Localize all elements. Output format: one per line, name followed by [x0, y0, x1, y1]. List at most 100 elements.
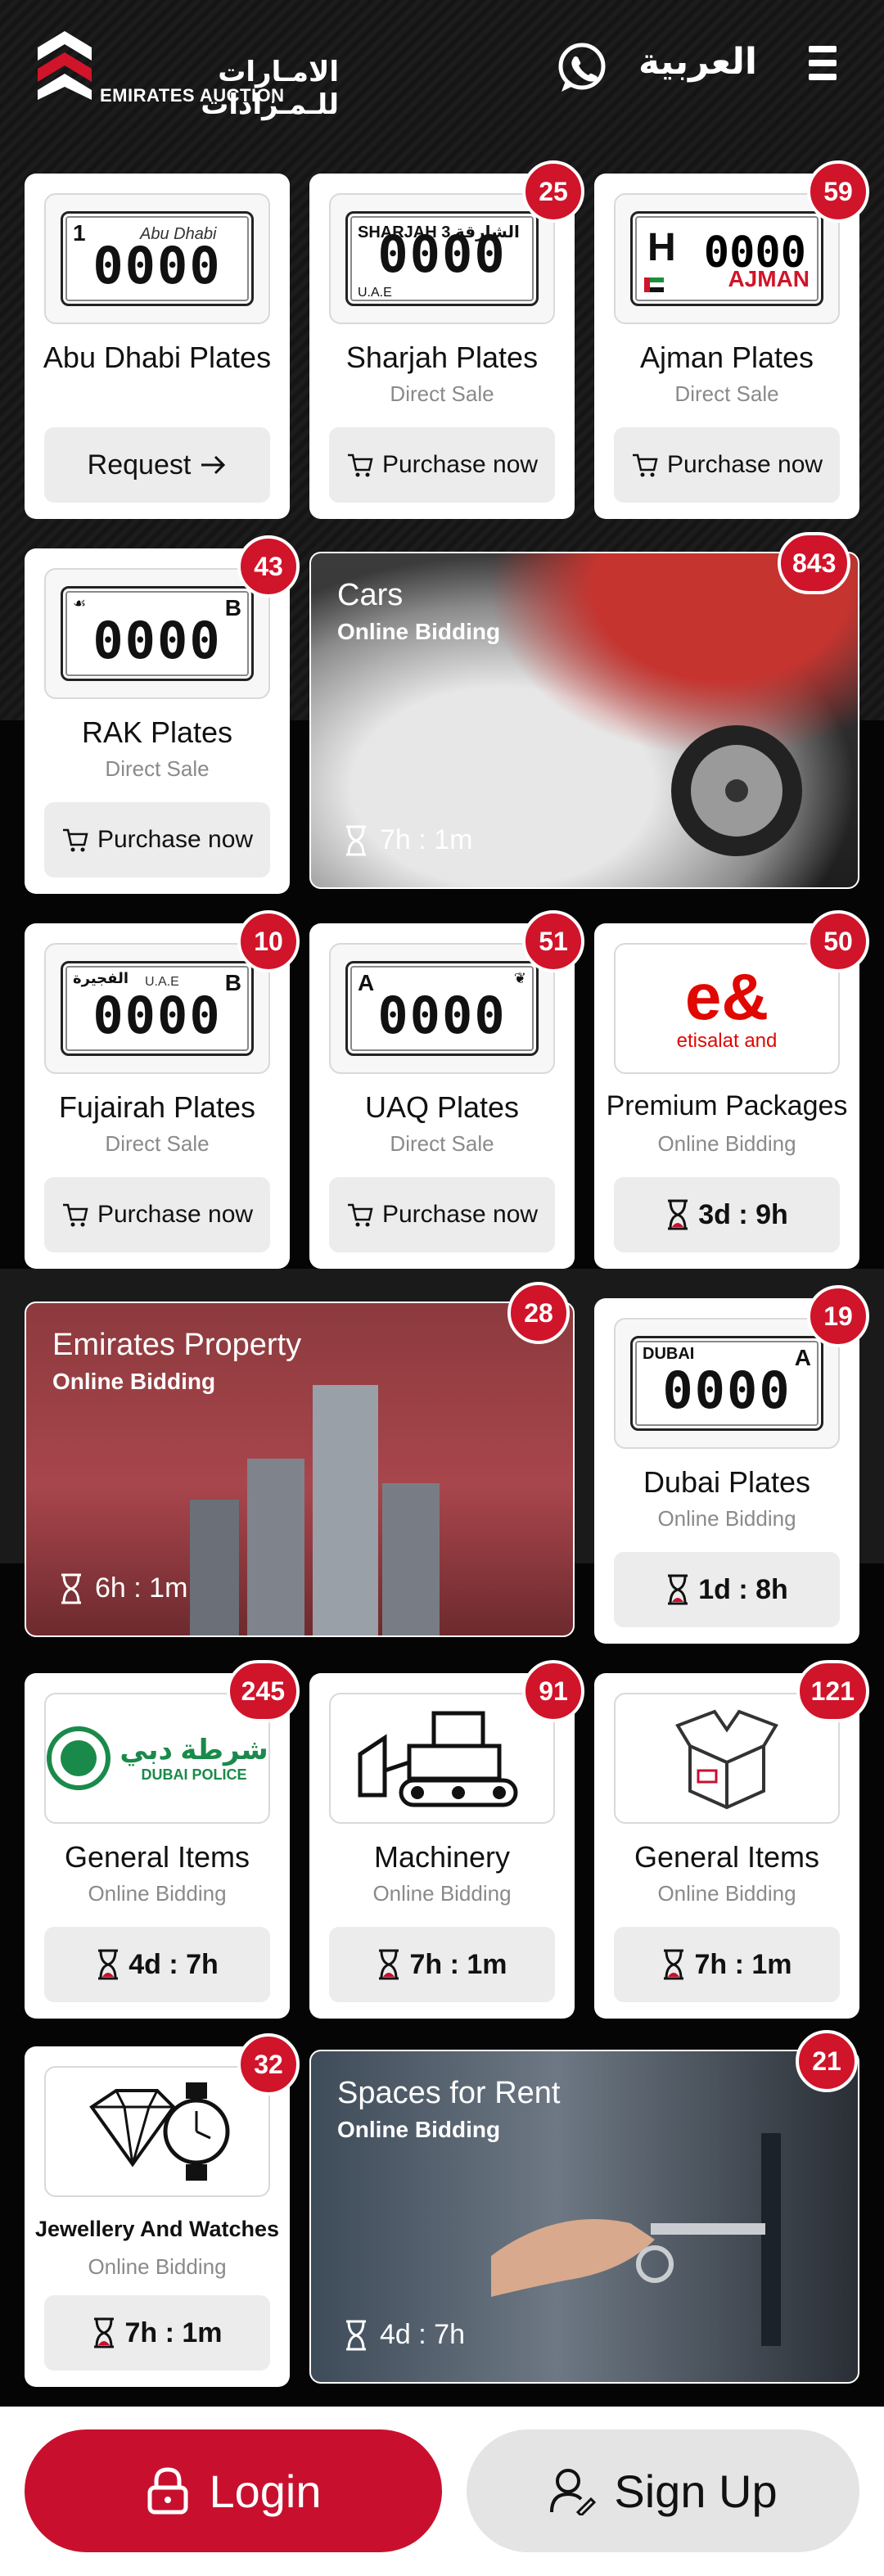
skyline-graphic: [190, 1385, 440, 1635]
purchase-now-button[interactable]: Purchase now: [44, 1177, 270, 1252]
plate-number: 0000: [92, 236, 222, 295]
timer-text: 7h : 1m: [380, 824, 473, 855]
card-subtitle: Online Bidding: [52, 1369, 216, 1394]
plate-number: 0000: [662, 1360, 792, 1420]
countdown-timer: 1d : 8h: [614, 1552, 840, 1627]
plate-emblem: الفجيرة: [73, 970, 129, 986]
card-subtitle: Direct Sale: [674, 381, 779, 406]
count-badge: 51: [522, 910, 584, 972]
general-items-box-card[interactable]: 121 General Items Online Bidding 7h : 1m: [594, 1660, 869, 2019]
count-badge: 32: [237, 2033, 300, 2096]
plate-emblem: ❦: [513, 970, 526, 986]
spaces-for-rent-card[interactable]: Spaces for Rent Online Bidding 4d : 7h: [309, 2050, 859, 2384]
hourglass-icon: [664, 1949, 684, 1980]
timer-text: 7h : 1m: [694, 1948, 792, 1980]
fujairah-plates-card[interactable]: الفجيرة U.A.E B 0000 10 Fujairah Plates …: [25, 910, 300, 1269]
purchase-now-button[interactable]: Purchase now: [329, 1177, 555, 1252]
open-box-icon: [675, 1709, 778, 1810]
logo-mark-icon: [38, 31, 92, 100]
purchase-now-button[interactable]: Purchase now: [44, 802, 270, 877]
etisalat-text: etisalat and: [676, 1030, 778, 1052]
countdown-timer: 4d : 7h: [44, 1927, 270, 2002]
plate-emirate-text: AJMAN: [728, 266, 810, 291]
cars-category-card[interactable]: Cars Online Bidding 7h : 1m: [309, 552, 859, 889]
card-title: RAK Plates: [81, 715, 233, 749]
countdown-timer: 3d : 9h: [614, 1177, 840, 1252]
jewellery-watches-card[interactable]: 32 Jewellery And Watches Online Bidding …: [25, 2033, 300, 2387]
plate-image: 1 Abu Dhabi 0000: [44, 193, 270, 324]
countdown-timer: 6h : 1m: [59, 1572, 187, 1604]
purchase-now-button[interactable]: Purchase now: [329, 427, 555, 503]
uaq-plates-card[interactable]: A ❦ 0000 51 UAQ Plates Direct Sale Purch…: [309, 910, 584, 1269]
hourglass-icon: [346, 825, 366, 855]
ajman-plates-card[interactable]: H 0000 AJMAN 59 Ajman Plates Direct Sale…: [594, 160, 869, 519]
cart-icon: [347, 1203, 373, 1227]
request-label: Request: [87, 449, 192, 480]
timer-text: 7h : 1m: [124, 2317, 223, 2348]
rak-plates-card[interactable]: ☙ B 0000 43 RAK Plates Direct Sale Purch…: [25, 535, 300, 894]
timer-text: 7h : 1m: [409, 1948, 507, 1980]
plate-number: 0000: [377, 224, 507, 284]
key-door-graphic: [491, 2133, 781, 2346]
sharjah-plates-card[interactable]: SHARJAH 3 الشارقة 0000 U.A.E 25 Sharjah …: [309, 160, 584, 519]
emirates-auction-logo[interactable]: الامـارات للـمـزادات EMIRATES AUCTION: [36, 29, 339, 120]
cart-icon: [632, 453, 658, 477]
hourglass-icon: [379, 1949, 399, 1980]
card-subtitle: Online Bidding: [372, 1881, 512, 1906]
abu-dhabi-plates-card[interactable]: 1 Abu Dhabi 0000 Abu Dhabi Plates Reques…: [25, 174, 290, 519]
card-title: Fujairah Plates: [58, 1090, 256, 1124]
dubai-plates-card[interactable]: DUBAI A 0000 19 Dubai Plates Online Bidd…: [594, 1285, 869, 1644]
emirates-property-card[interactable]: Emirates Property Online Bidding 6h : 1m: [25, 1302, 575, 1637]
purchase-label: Purchase now: [381, 451, 539, 478]
hourglass-icon: [94, 2317, 115, 2348]
card-title: Dubai Plates: [643, 1465, 811, 1499]
plate-image: الفجيرة U.A.E B 0000: [44, 943, 270, 1074]
app-header: الامـارات للـمـزادات EMIRATES AUCTION ال…: [0, 0, 884, 139]
timer-text: 1d : 8h: [698, 1573, 788, 1605]
count-badge: 843: [778, 532, 851, 594]
count-badge: 19: [807, 1285, 869, 1347]
count-badge: 25: [522, 160, 584, 223]
card-subtitle: Online Bidding: [657, 1131, 796, 1156]
signup-button[interactable]: Sign Up: [467, 2429, 859, 2552]
signup-label: Sign Up: [614, 2465, 778, 2517]
bulldozer-icon: [358, 1711, 518, 1807]
request-button[interactable]: Request: [44, 427, 270, 503]
countdown-timer: 7h : 1m: [44, 2295, 270, 2371]
timer-text: 6h : 1m: [95, 1572, 188, 1604]
login-button[interactable]: Login: [25, 2429, 442, 2552]
count-badge: 43: [237, 535, 300, 598]
card-subtitle: Online Bidding: [88, 1881, 227, 1906]
purchase-now-button[interactable]: Purchase now: [614, 427, 840, 503]
plate-image: H 0000 AJMAN: [614, 193, 840, 324]
card-title: General Items: [634, 1840, 820, 1874]
login-label: Login: [209, 2465, 322, 2517]
etisalat-mark-icon: e&: [684, 960, 769, 1033]
card-subtitle: Direct Sale: [390, 1131, 494, 1156]
count-badge: 91: [522, 1660, 584, 1722]
countdown-timer: 7h : 1m: [344, 824, 472, 856]
machinery-image: [329, 1693, 555, 1824]
whatsapp-icon[interactable]: [555, 41, 609, 95]
menu-icon[interactable]: [809, 46, 837, 87]
count-badge: 245: [226, 1660, 300, 1722]
premium-packages-card[interactable]: e& etisalat and 50 Premium Packages Onli…: [594, 910, 869, 1269]
language-switch[interactable]: العربية: [638, 41, 757, 83]
card-title: UAQ Plates: [364, 1090, 520, 1124]
plate-number: 0000: [92, 986, 222, 1045]
hourglass-icon: [668, 1574, 688, 1605]
logo-english-text: EMIRATES AUCTION: [100, 85, 285, 106]
timer-text: 4d : 7h: [380, 2319, 465, 2350]
cart-icon: [62, 1203, 88, 1227]
jewellery-image: [44, 2066, 270, 2197]
card-subtitle: Online Bidding: [88, 2254, 227, 2279]
cart-icon: [62, 828, 88, 852]
count-badge: 10: [237, 910, 300, 972]
card-title: Cars: [337, 578, 404, 612]
general-items-police-card[interactable]: شرطة دبي DUBAI POLICE 245 General Items …: [25, 1660, 300, 2019]
card-subtitle: Online Bidding: [337, 2117, 501, 2142]
count-badge: 28: [507, 1282, 570, 1344]
hourglass-icon: [61, 1573, 81, 1604]
machinery-card[interactable]: 91 Machinery Online Bidding 7h : 1m: [309, 1660, 584, 2019]
card-subtitle: Online Bidding: [657, 1506, 796, 1531]
